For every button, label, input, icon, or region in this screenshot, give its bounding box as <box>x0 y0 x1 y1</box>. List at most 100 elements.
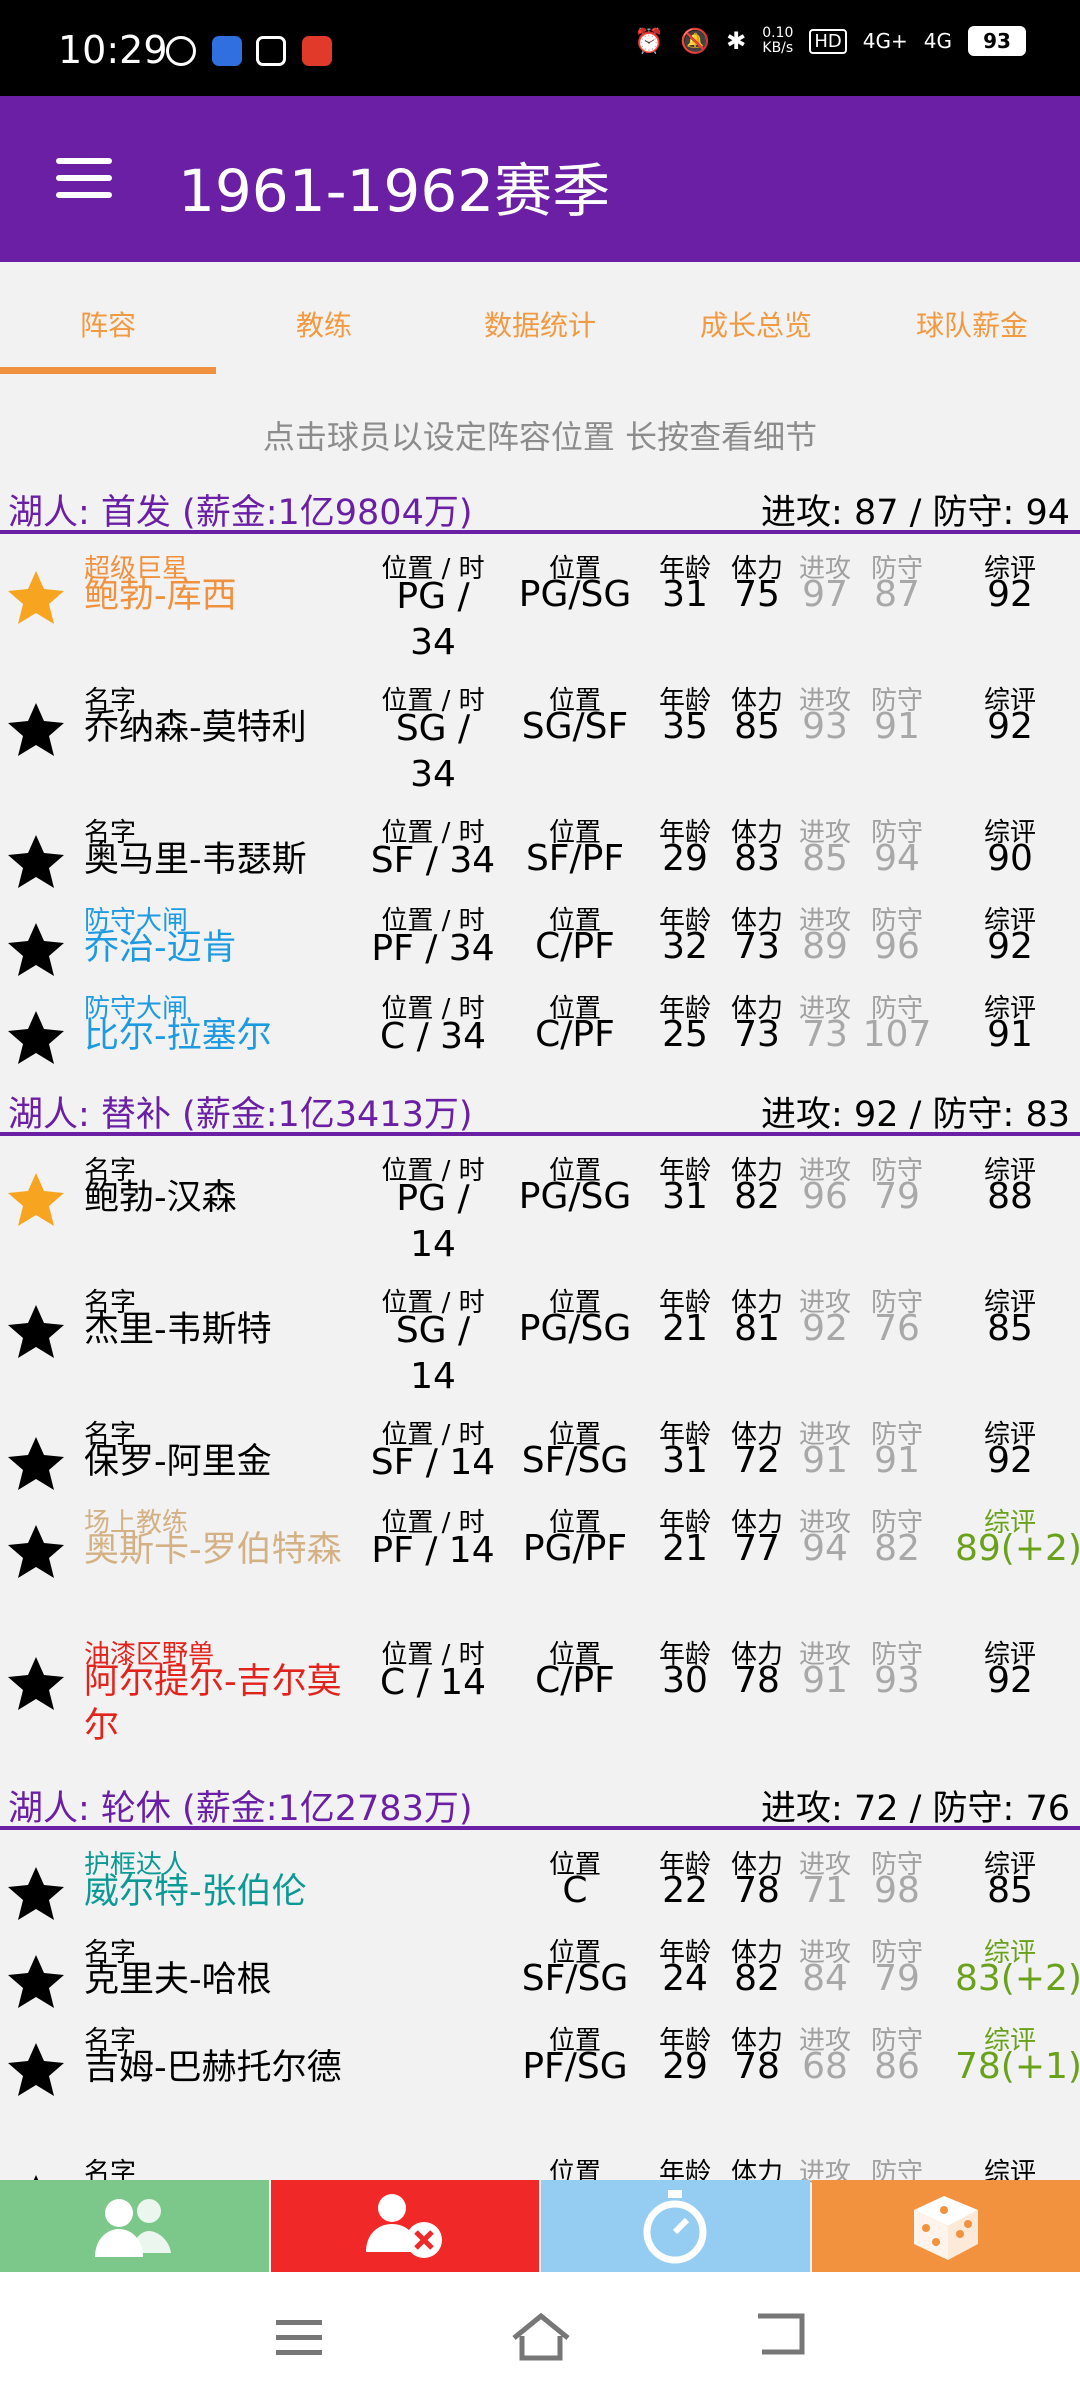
player-off: 91 <box>802 1660 848 1701</box>
player-name: 奥马里-韦瑟斯 <box>84 840 307 880</box>
player-overall: 89(+2) <box>955 1528 1080 1569</box>
remove-player-button[interactable] <box>270 2180 539 2272</box>
player-age: 21 <box>662 1308 708 1349</box>
player-pos: C/PF <box>535 926 615 967</box>
player-row[interactable]: 名字 吉姆-巴赫托尔德 位置 年龄 体力 进攻 防守 综评 PF/SG 29 78 68 86 78(+1… <box>0 2016 1080 2148</box>
player-row[interactable]: 场上教练 奥斯卡-罗伯特森 位置 / 时位置 年龄 体力 进攻 防守 综评 PF / 14 PG/… <box>0 1498 1080 1630</box>
player-def: 86 <box>874 2046 920 2087</box>
star-icon <box>6 1302 66 1362</box>
player-overall: 85 <box>987 1870 1033 1911</box>
player-pos: PG/SG <box>518 1308 632 1349</box>
player-pos: SF/PF <box>525 838 625 879</box>
team-button[interactable] <box>0 2180 269 2272</box>
player-minutes: 14 <box>410 1224 456 1265</box>
player-row[interactable]: 护框达人 威尔特-张伯伦 位置 年龄 体力 进攻 防守 综评 C 22 78 71 98 85 <box>0 1840 1080 1928</box>
back-nav-icon[interactable] <box>752 2312 808 2358</box>
player-row[interactable]: 名字 乔纳森-莫特利 位置 / 时位置 年龄 体力 进攻 防守 综评 SG /34 SG/SF 35… <box>0 676 1080 808</box>
player-row[interactable]: 超级巨星 鲍勃-库西 位置 / 时位置 年龄 体力 进攻 防守 综评 PG /34 PG/SG 31… <box>0 544 1080 676</box>
player-pos: PF/SG <box>522 2046 628 2087</box>
player-age: 29 <box>662 838 708 879</box>
player-stamina: 73 <box>734 1014 780 1055</box>
player-row[interactable]: 名字 鲍勃-汉森 位置 / 时位置 年龄 体力 进攻 防守 综评 PG /14 PG/SG 31 82… <box>0 1146 1080 1278</box>
player-position-time: PG / <box>396 1178 470 1219</box>
star-icon <box>6 1952 66 2012</box>
star-icon <box>6 832 66 892</box>
tab-roster[interactable]: 阵容 <box>0 262 216 374</box>
player-off: 71 <box>802 1870 848 1911</box>
tab-coach[interactable]: 教练 <box>216 262 432 374</box>
player-minutes: 34 <box>410 754 456 795</box>
player-row[interactable]: 防守大闸 乔治-迈肯 位置 / 时位置 年龄 体力 进攻 防守 综评 PF / 34 C/PF 32… <box>0 896 1080 984</box>
player-stamina: 82 <box>734 1958 780 1999</box>
player-off: 89 <box>802 926 848 967</box>
player-age: 24 <box>662 1958 708 1999</box>
mute-icon: 🔕 <box>680 27 711 55</box>
player-position-time: SF / 14 <box>370 1442 496 1483</box>
player-pos: C/PF <box>535 1660 615 1701</box>
player-def: 93 <box>874 1660 920 1701</box>
player-pos: C <box>562 1870 588 1911</box>
player-off: 96 <box>802 1176 848 1217</box>
player-overall: 92 <box>987 926 1033 967</box>
stopwatch-icon <box>643 2190 707 2264</box>
player-row[interactable]: 名字 奥马里-韦瑟斯 位置 / 时位置 年龄 体力 进攻 防守 综评 SF / 34 SF/PF 2… <box>0 808 1080 896</box>
menu-nav-icon[interactable] <box>276 2318 326 2358</box>
player-position-time: SG / <box>395 1310 471 1351</box>
player-overall: 92 <box>987 706 1033 747</box>
player-off: 97 <box>802 574 848 615</box>
player-row[interactable]: 防守大闸 比尔-拉塞尔 位置 / 时位置 年龄 体力 进攻 防守 综评 C / 34 C/PF 25… <box>0 984 1080 1072</box>
team-icon <box>95 2199 172 2257</box>
player-name: 杰里-韦斯特 <box>84 1310 272 1350</box>
player-position-time: C / 34 <box>380 1016 486 1057</box>
page-title: 1961-1962赛季 <box>178 157 611 225</box>
player-row[interactable]: 油漆区野兽 阿尔提尔-吉尔莫尔 位置 / 时位置 年龄 体力 进攻 防守 综评 C / 14 C/… <box>0 1630 1080 1762</box>
dice-icon <box>913 2196 978 2260</box>
star-icon <box>6 1008 66 1068</box>
player-row[interactable]: 名字 保罗-阿里金 位置 / 时位置 年龄 体力 进攻 防守 综评 SF / 14 SF/SG 31… <box>0 1410 1080 1498</box>
player-stamina: 78 <box>734 2046 780 2087</box>
player-overall: 83(+2) <box>955 1958 1080 1999</box>
player-name: 阿尔提尔-吉尔莫尔 <box>84 1662 342 1746</box>
player-age: 30 <box>662 1660 708 1701</box>
player-pos: PG/SG <box>518 1176 632 1217</box>
player-position-time: C / 14 <box>380 1662 486 1703</box>
player-row[interactable]: 名字 克里夫-哈根 位置 年龄 体力 进攻 防守 综评 SF/SG 24 82 84 79 83(+2) <box>0 1928 1080 2016</box>
player-def: 96 <box>874 926 920 967</box>
player-name: 鲍勃-库西 <box>84 576 237 616</box>
player-stamina: 77 <box>734 1528 780 1569</box>
star-icon <box>6 1522 66 1582</box>
player-off: 84 <box>802 1958 848 1999</box>
tab-growth[interactable]: 成长总览 <box>648 262 864 374</box>
player-stamina: 78 <box>734 1870 780 1911</box>
player-def: 82 <box>874 1528 920 1569</box>
player-off: 93 <box>802 706 848 747</box>
player-position-time: PG / <box>396 576 470 617</box>
player-row[interactable]: 名字 杰里-韦斯特 位置 / 时位置 年龄 体力 进攻 防守 综评 SG /14 PG/SG 21 8… <box>0 1278 1080 1410</box>
player-name: 乔治-迈肯 <box>84 928 237 968</box>
player-position-time: PF / 34 <box>371 928 495 969</box>
superstar-icon <box>6 1170 66 1230</box>
player-position-time: PF / 14 <box>371 1530 495 1571</box>
star-icon <box>6 920 66 980</box>
player-overall: 88 <box>987 1176 1033 1217</box>
signal-4g-plus: 4G+ <box>862 29 908 53</box>
tab-stats[interactable]: 数据统计 <box>432 262 648 374</box>
player-overall: 92 <box>987 1660 1033 1701</box>
player-stamina: 78 <box>734 1660 780 1701</box>
player-pos: SF/SG <box>521 1440 629 1481</box>
home-nav-icon[interactable] <box>510 2312 572 2362</box>
random-button[interactable] <box>811 2180 1080 2272</box>
player-overall: 85 <box>987 1308 1033 1349</box>
player-age: 25 <box>662 1014 708 1055</box>
player-pos: SG/SF <box>521 706 629 747</box>
player-def: 98 <box>874 1870 920 1911</box>
menu-icon[interactable] <box>56 158 112 198</box>
player-age: 31 <box>662 1176 708 1217</box>
player-age: 31 <box>662 574 708 615</box>
signal-4g: 4G <box>923 29 952 53</box>
player-def: 94 <box>874 838 920 879</box>
tab-salary[interactable]: 球队薪金 <box>864 262 1080 374</box>
app-notification-icon <box>166 36 196 66</box>
timer-button[interactable] <box>541 2180 810 2272</box>
player-overall: 91 <box>987 1014 1033 1055</box>
